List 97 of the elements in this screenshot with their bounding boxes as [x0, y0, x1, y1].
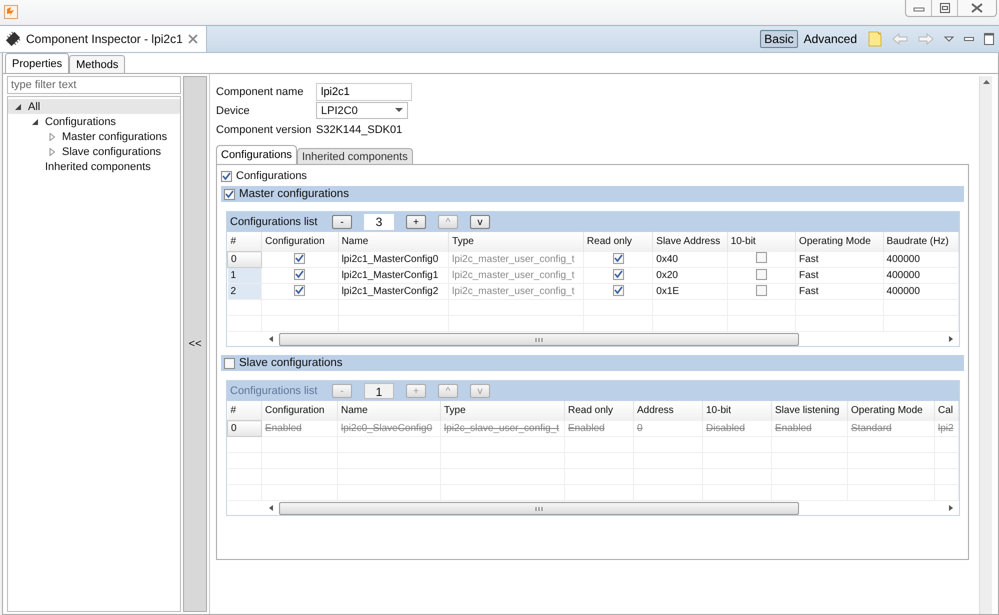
table-cell: 400000 [886, 254, 920, 265]
table-cell: Fast [799, 286, 818, 297]
mode-button[interactable]: Advanced [800, 30, 861, 48]
table-cell: Enabled [775, 422, 812, 434]
table-cell: lpi2c1_MasterConfig0 [342, 254, 438, 265]
checkbox[interactable] [756, 252, 767, 264]
row-number[interactable]: 1 [230, 270, 236, 281]
side-tab[interactable]: Methods [69, 55, 126, 73]
step-button[interactable]: v [470, 215, 490, 229]
scroll-left-icon[interactable] [269, 505, 273, 511]
section-title: Master configurations [239, 188, 349, 200]
scrollbar-thumb[interactable] [279, 502, 799, 515]
expanded-arrow-icon[interactable] [31, 118, 39, 126]
checkbox[interactable] [294, 285, 306, 296]
list-label: Configurations list [230, 385, 318, 397]
column-header[interactable]: Operating Mode [796, 232, 884, 252]
vertical-scrollbar[interactable] [979, 76, 992, 614]
checkbox[interactable] [224, 188, 235, 200]
scroll-right-icon[interactable] [949, 505, 953, 511]
table-cell: lpi2c1_MasterConfig2 [342, 286, 438, 297]
table-cell: 0x40 [656, 254, 678, 265]
checkbox[interactable] [612, 285, 624, 296]
view-menu-icon[interactable] [944, 36, 954, 42]
table-cell: Standard [851, 422, 892, 434]
restore-icon [938, 3, 950, 13]
scroll-right-icon[interactable] [949, 336, 953, 342]
app-icon [4, 5, 18, 19]
table-cell: 0x1E [656, 286, 680, 297]
column-header[interactable]: Type [448, 232, 584, 252]
checkbox-label: Configurations [236, 170, 307, 182]
table-cell: lpi2c_slave_user_config_t [444, 422, 560, 434]
column-header[interactable]: Read only [583, 232, 653, 252]
close-icon[interactable] [188, 34, 198, 44]
checkbox[interactable] [221, 170, 232, 182]
table-cell: Fast [799, 270, 818, 281]
table-cell: 0 [637, 422, 643, 434]
dropdown-arrow-icon [395, 108, 403, 113]
row-number[interactable]: 2 [230, 286, 236, 297]
column-header[interactable]: Slave Address [652, 232, 728, 252]
section-title: Slave configurations [239, 357, 343, 369]
scroll-left-icon[interactable] [269, 336, 273, 342]
editor-tab[interactable]: Component Inspector - lpi2c1 [0, 26, 207, 52]
minimize-view-icon[interactable] [964, 36, 974, 42]
column-header[interactable]: Configuration [262, 232, 338, 252]
table-cell: lpi2c1_MasterConfig1 [342, 270, 438, 281]
collapse-button[interactable]: << [188, 338, 202, 350]
editor-tab-title: Component Inspector - lpi2c1 [26, 32, 183, 46]
table-cell: lpi2 [938, 422, 954, 434]
table-cell: 400000 [886, 270, 920, 281]
column-header[interactable]: # [228, 232, 262, 252]
tree-item[interactable]: Inherited components [8, 159, 180, 174]
scroll-up-icon[interactable] [982, 80, 990, 84]
checkbox[interactable] [756, 268, 767, 280]
table-cell: 400000 [886, 286, 920, 297]
step-button[interactable]: + [406, 215, 426, 229]
field-label: Component name [216, 86, 304, 98]
column-header[interactable]: 10-bit [727, 232, 796, 252]
expanded-arrow-icon[interactable] [14, 102, 22, 110]
checkbox[interactable] [612, 269, 624, 280]
close-icon [970, 3, 984, 13]
collapsed-arrow-icon[interactable] [48, 132, 56, 140]
config-tab[interactable]: Configurations [216, 145, 297, 164]
tree-item[interactable]: Master configurations [8, 129, 180, 144]
version-text: S32K144_SDK01 [316, 124, 402, 136]
list-label: Configurations list [230, 216, 318, 228]
collapsed-arrow-icon[interactable] [48, 148, 56, 156]
checkbox[interactable] [612, 252, 624, 264]
table-cell: Enabled [568, 422, 605, 434]
side-tab[interactable]: Properties [5, 53, 70, 73]
row-number[interactable]: 0 [231, 254, 237, 265]
column-header[interactable]: Baudrate (Hz) [883, 232, 958, 252]
tree-item[interactable]: All [8, 99, 180, 114]
checkbox[interactable] [756, 284, 767, 296]
step-button[interactable]: - [332, 215, 352, 229]
device-dropdown[interactable]: LPI2C0 [316, 102, 408, 119]
tree-item[interactable]: Configurations [8, 114, 180, 129]
count-field[interactable]: 3 [364, 214, 394, 230]
name-field[interactable]: lpi2c1 [316, 82, 412, 100]
checkbox[interactable] [294, 252, 306, 264]
mode-button[interactable]: Basic [760, 30, 798, 48]
field-label: Component version [216, 124, 312, 136]
table-cell: lpi2c_master_user_config_t [452, 270, 574, 281]
table-cell: Fast [799, 254, 818, 265]
filter-field[interactable]: type filter text [7, 76, 182, 94]
table-cell: lpi2c0_SlaveConfig0 [341, 422, 432, 434]
table-cell: Disabled [706, 422, 745, 434]
maximize-view-icon[interactable] [984, 33, 994, 45]
tree-item[interactable]: Slave configurations [8, 144, 180, 159]
table-cell: lpi2c_master_user_config_t [452, 254, 574, 265]
checkbox[interactable] [294, 269, 306, 280]
table-cell: 0x20 [656, 270, 678, 281]
table-cell: lpi2c_master_user_config_t [452, 286, 574, 297]
column-header[interactable]: Name [338, 232, 449, 252]
config-tab[interactable]: Inherited components [296, 148, 413, 164]
scrollbar-thumb[interactable] [279, 333, 799, 346]
table-cell: Enabled [265, 422, 302, 434]
field-label: Device [216, 104, 251, 116]
